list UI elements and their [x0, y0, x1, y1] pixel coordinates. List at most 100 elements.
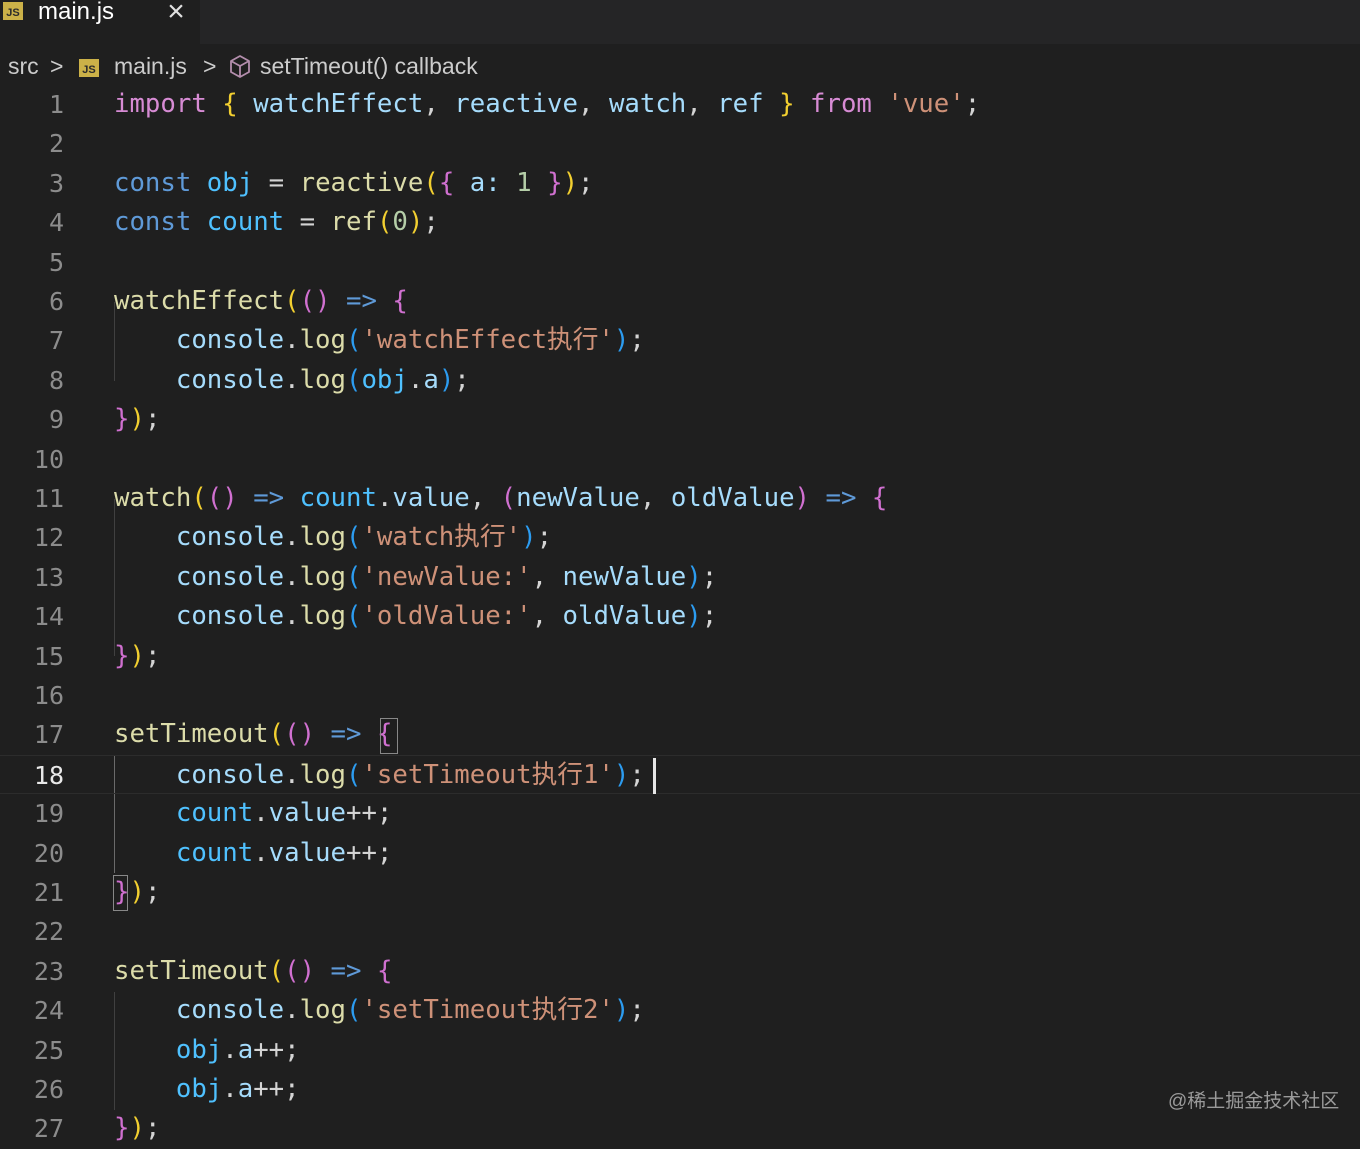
tab-label: main.js [38, 0, 115, 25]
close-icon[interactable]: × [160, 0, 192, 30]
code-line[interactable]: 11 watch(() => count.value, (newValue, ol… [0, 479, 1360, 518]
code-line[interactable]: 21}); [0, 873, 1360, 912]
code-token: log [299, 601, 346, 632]
chevron-right-icon: > [50, 53, 64, 79]
line-number: 11 [33, 484, 64, 513]
code-text: console.log(obj.a); [114, 361, 470, 400]
code-token: ) [521, 522, 537, 553]
code-line[interactable]: 25 obj.a++; [0, 1031, 1360, 1070]
code-token: ) [686, 561, 702, 592]
code-token: . [284, 364, 300, 395]
code-token: 1 [516, 167, 532, 198]
code-text: import { watchEffect, reactive, watch, r… [114, 85, 980, 124]
code-token: count [114, 837, 254, 868]
code-token: newValue [562, 561, 687, 592]
line-number: 1 [48, 90, 64, 119]
code-line[interactable]: 20 count.value++; [0, 834, 1360, 873]
code-token: . [253, 798, 269, 829]
code-token: watch [114, 483, 192, 513]
code-token: ; [536, 522, 553, 553]
code-token: watchEffect [114, 286, 285, 316]
code-token: console [114, 364, 285, 395]
code-token: a [237, 1074, 254, 1104]
breadcrumb-file[interactable]: main.js [114, 51, 187, 81]
code-text: console.log('watch执行'); [114, 518, 552, 557]
code-text: watch(() => count.value, (newValue, oldV… [114, 479, 887, 518]
line-number: 9 [48, 405, 64, 435]
code-token: . [284, 759, 300, 790]
code-token: ) [613, 325, 630, 356]
code-text: setTimeout(() => { [114, 952, 392, 991]
code-line[interactable]: 12 console.log('watch执行'); [0, 518, 1360, 557]
line-number: 26 [33, 1075, 64, 1104]
code-token: ++; [345, 798, 393, 829]
code-editor[interactable]: 1 import { watchEffect, reactive, watch, … [0, 85, 1360, 1144]
code-line[interactable]: 3 const obj = reactive({ a: 1 }); [0, 164, 1360, 203]
code-token: ; [454, 364, 470, 395]
code-token: count [299, 483, 377, 513]
code-text: console.log('oldValue:', oldValue); [114, 597, 717, 636]
code-token: ) [129, 1113, 145, 1144]
code-line[interactable]: 2 [0, 124, 1360, 163]
code-token: 'newValue:' [361, 561, 532, 592]
code-line[interactable]: 19 count.value++; [0, 794, 1360, 833]
code-line[interactable]: 1 import { watchEffect, reactive, watch, … [0, 85, 1360, 124]
code-line[interactable]: 8 console.log(obj.a); [0, 361, 1360, 400]
code-line[interactable]: 27}); [0, 1109, 1360, 1148]
code-token: ; [629, 759, 645, 790]
code-token: , [531, 601, 563, 632]
code-token: 0 [392, 207, 408, 238]
code-line[interactable]: 5 [0, 243, 1360, 282]
code-token: obj [114, 1034, 223, 1065]
code-token: setTimeout [114, 719, 269, 750]
code-token: ( [423, 167, 439, 198]
code-line[interactable]: 7 console.log('watchEffect执行'); [0, 321, 1360, 360]
tab-main-js[interactable]: JS main.js × [0, 0, 200, 44]
breadcrumb-symbol[interactable]: setTimeout() callback [260, 51, 478, 81]
code-token: log [299, 325, 346, 356]
line-number: 25 [33, 1035, 64, 1065]
code-text: obj.a++; [114, 1031, 300, 1070]
code-line[interactable]: 15}); [0, 637, 1360, 676]
line-number: 4 [48, 208, 64, 238]
code-text: const obj = reactive({ a: 1 }); [114, 164, 594, 203]
code-token: ) [794, 483, 811, 513]
code-token: console [114, 561, 285, 592]
line-number: 7 [48, 326, 64, 356]
code-line[interactable]: 24 console.log('setTimeout执行2'); [0, 991, 1360, 1030]
code-token: console [114, 522, 285, 553]
code-token: console [114, 325, 285, 356]
code-line[interactable]: 23 setTimeout(() => { [0, 952, 1360, 991]
code-token: , [531, 561, 563, 592]
code-token: watch [608, 89, 687, 119]
code-token: ) [613, 759, 630, 790]
code-line[interactable]: 18 console.log('setTimeout执行1'); [0, 754, 1360, 795]
code-line[interactable]: 22 [0, 912, 1360, 951]
code-token: log [299, 364, 346, 395]
code-token: = [253, 167, 300, 198]
code-text: count.value++; [114, 834, 393, 873]
text-cursor [653, 758, 656, 794]
code-line[interactable]: 9}); [0, 400, 1360, 439]
code-line[interactable]: 14 console.log('oldValue:', oldValue); [0, 597, 1360, 636]
code-line[interactable]: 4 const count = ref(0); [0, 203, 1360, 242]
code-token: = [284, 207, 331, 238]
code-token: import [114, 89, 207, 119]
code-token: ++; [253, 1074, 300, 1104]
breadcrumb-folder[interactable]: src [8, 51, 39, 81]
line-number: 2 [48, 129, 64, 159]
code-line[interactable]: 16 [0, 676, 1360, 715]
code-token: obj [361, 364, 408, 395]
code-token: ; [144, 1113, 161, 1144]
line-number: 16 [33, 681, 64, 710]
code-line[interactable]: 13 console.log('newValue:', newValue); [0, 558, 1360, 597]
code-line[interactable]: 26 obj.a++; [0, 1070, 1360, 1109]
code-line[interactable]: 6 watchEffect(() => { [0, 282, 1360, 321]
code-line[interactable]: 10 [0, 440, 1360, 479]
code-line[interactable]: 17 setTimeout(() => { [0, 715, 1360, 754]
